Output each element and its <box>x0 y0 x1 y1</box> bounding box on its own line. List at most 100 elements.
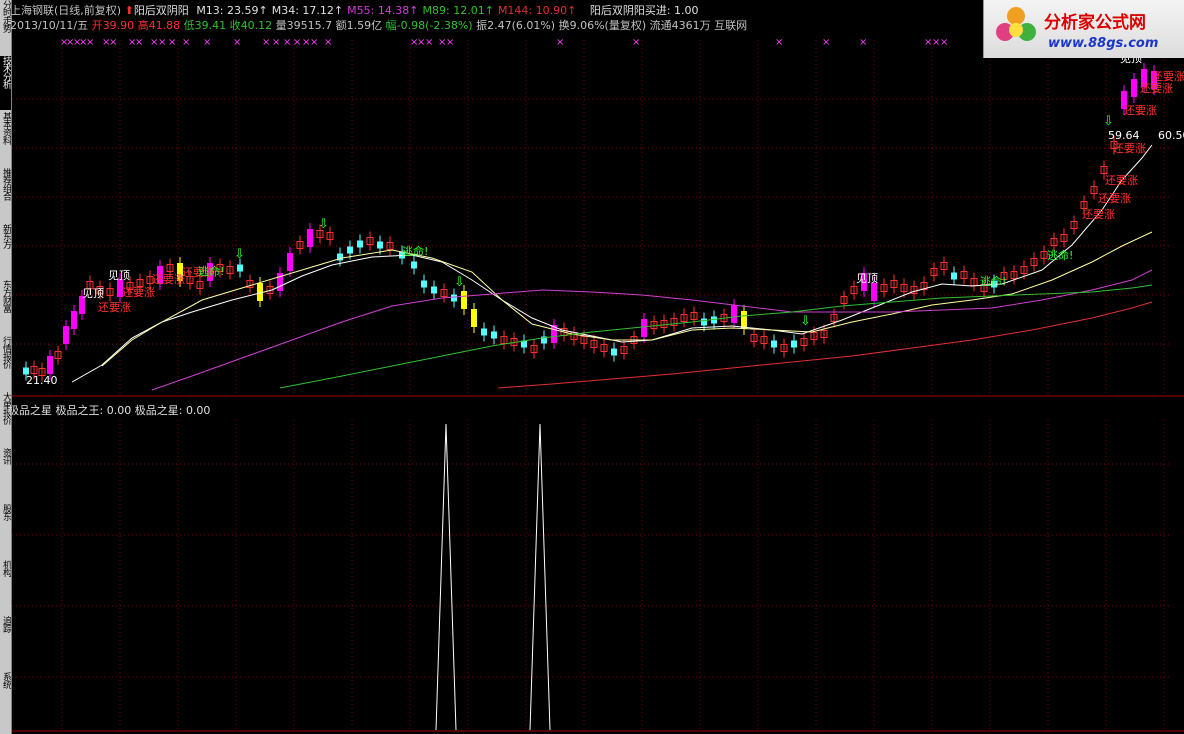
down-arrow-icon-3: ⇩ <box>800 314 811 329</box>
sidebar-tab-6[interactable]: 行情报价 <box>0 336 11 390</box>
candle-body-42 <box>431 286 437 294</box>
ma89-line <box>279 284 1153 389</box>
sidebar-tab-9[interactable]: 股东 <box>0 504 11 558</box>
marker-star-6: × <box>109 37 117 48</box>
sidebar-tab-1[interactable]: 技术分析 <box>0 56 11 110</box>
sidebar-tab-11[interactable]: 追踪 <box>0 616 11 670</box>
ann-see-top-1: 见顶 <box>82 287 104 300</box>
marker-star-21: × <box>324 37 332 48</box>
candle-body-47 <box>481 328 487 336</box>
ma55-line <box>151 269 1153 391</box>
signal-text: 阳后双阴阳买进: 1.00 <box>589 4 699 17</box>
ann-high-price2: 60.50 <box>1158 129 1184 142</box>
ann-still-rise-11: 还要涨 <box>1152 70 1184 83</box>
marker-star-15: × <box>262 37 270 48</box>
marker-star-4: × <box>86 37 94 48</box>
marker-star-10: × <box>158 37 166 48</box>
sidebar-tab-8[interactable]: 资讯 <box>0 448 11 502</box>
sidebar-tab-4[interactable]: 新东方 <box>0 224 11 278</box>
candle-body-35 <box>357 240 363 248</box>
candle-body-6 <box>71 311 77 329</box>
sidebar-tab-12[interactable]: 系统 <box>0 672 11 726</box>
sidebar-tab-10[interactable]: 机构 <box>0 560 11 614</box>
sidebar-tab-5[interactable]: 东方财富 <box>0 280 11 334</box>
ma-2: M55: 14.38↑ <box>347 4 419 17</box>
marker-star-29: × <box>775 37 783 48</box>
candle-body-72 <box>731 305 737 323</box>
marker-star-31: × <box>859 37 867 48</box>
candle-body-23 <box>237 264 243 272</box>
date-label: 2013/10/11/五 <box>10 19 89 32</box>
kline-chart[interactable]: ××××× ×× ×× × × × × × × × × × × × × × ×× × × × × × × × × × × ×见顶见顶还… <box>12 0 1184 734</box>
ann-still-rise-5: 还要涨 <box>1105 174 1138 187</box>
ma-3: M89: 12.01↑ <box>422 4 494 17</box>
ann-still-rise-7: 还要涨 <box>1082 208 1115 221</box>
industry-value: 互联网 <box>714 19 748 32</box>
site-logo[interactable]: 分析家公式网 www.88gs.com <box>983 0 1184 58</box>
float-value: 流通4361万 <box>649 19 711 32</box>
candle-body-48 <box>491 331 497 339</box>
ann-still-rise-9: 还要涨 <box>1124 104 1157 117</box>
candle-body-40 <box>411 261 417 269</box>
ann-still-rise-1: 还要涨 <box>98 301 131 314</box>
ann-see-top-3: 见顶 <box>856 272 878 285</box>
sidebar: 分时走势 技术分析 基本资料 推荐组合 新东方 东方财富 行情报价 大单报价 资讯 股东 机构 追踪系… <box>0 0 12 734</box>
candle-body-46 <box>471 309 477 327</box>
logo-url: www.88gs.com <box>1048 36 1159 51</box>
down-arrow-icon-4: ⇩ <box>1103 114 1114 129</box>
candle-body-30 <box>307 229 313 247</box>
marker-star-26: × <box>446 37 454 48</box>
candle-body-94 <box>951 272 957 280</box>
marker-star-11: × <box>168 37 176 48</box>
marker-star-27: × <box>556 37 564 48</box>
candle-body-41 <box>421 280 427 288</box>
marker-star-34: × <box>940 37 948 48</box>
marker-star-20: × <box>310 37 318 48</box>
ann-escape-3: 逃命! <box>980 274 1006 288</box>
down-arrow-icon-2: ⇩ <box>454 275 465 290</box>
ann-still-rise-2: 还要涨 <box>122 286 155 299</box>
ann-high-price: 59.64 <box>1108 129 1140 142</box>
candle-body-86 <box>871 283 877 301</box>
ann-escape-4: 逃命! <box>1047 248 1073 262</box>
marker-star-18: × <box>293 37 301 48</box>
marker-star-14: × <box>233 37 241 48</box>
period-label: (日线,前复权) <box>54 4 122 17</box>
sidebar-tab-7[interactable]: 大单报价 <box>0 392 11 446</box>
candle-body-44 <box>451 294 457 302</box>
candle-body-112 <box>1131 79 1137 97</box>
candle-body-45 <box>461 291 467 309</box>
header-row-2: 2013/10/11/五 开39.90 高41.88 低39.41 收40.12… <box>10 18 747 33</box>
ma144-line <box>497 301 1153 389</box>
marker-star-13: × <box>203 37 211 48</box>
high-value: 高41.88 <box>137 19 181 32</box>
candle-body-63 <box>641 319 647 337</box>
stock-name: 上海钢联 <box>10 4 54 17</box>
candle-body-28 <box>287 253 293 271</box>
indicator-name: 阳后双阴阳 <box>133 4 189 17</box>
ann-escape-2: 逃命! <box>402 244 428 258</box>
marker-star-8: × <box>135 37 143 48</box>
candle-body-73 <box>741 311 747 329</box>
ma-4: M144: 10.90↑ <box>497 4 577 17</box>
open-value: 开39.90 <box>91 19 135 32</box>
marker-star-28: × <box>632 37 640 48</box>
sidebar-tab-3[interactable]: 推荐组合 <box>0 168 11 222</box>
marker-star-16: × <box>272 37 280 48</box>
change-value: 幅-0.98(-2.38%) <box>385 19 473 32</box>
marker-star-17: × <box>283 37 291 48</box>
volume-value: 量39515.7 <box>275 19 333 32</box>
candle-body-76 <box>771 340 777 348</box>
marker-star-24: × <box>425 37 433 48</box>
up-arrow-icon: ⬆ <box>124 4 134 17</box>
down-arrow-icon-0: ⇩ <box>234 247 245 262</box>
ann-escape-1: 逃命! <box>198 264 224 278</box>
sidebar-tab-2[interactable]: 基本资料 <box>0 112 11 166</box>
down-arrow-icon-1: ⇩ <box>318 217 329 232</box>
marker-star-30: × <box>822 37 830 48</box>
spike-2 <box>529 423 551 731</box>
candle-body-60 <box>611 348 617 356</box>
ann-see-top-2: 见顶 <box>108 269 130 282</box>
candle-body-5 <box>63 326 69 344</box>
candle-body-69 <box>701 318 707 326</box>
